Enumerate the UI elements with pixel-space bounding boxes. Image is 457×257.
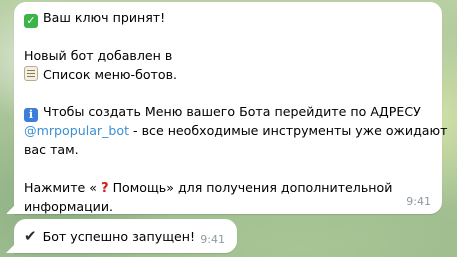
message-timestamp: 9:41: [406, 195, 431, 208]
message-timestamp: 9:41: [200, 233, 225, 246]
message-bubble-bot-started[interactable]: ✔ Бот успешно запущен! 9:41: [14, 219, 237, 253]
instruction-text-continued: - все необходимые инструменты уже ожидаю…: [129, 123, 448, 139]
message-line: Новый бот добавлен в: [24, 47, 173, 63]
message-line: Нажмите « ? Помощь» для получения дополн…: [24, 179, 432, 199]
message-line: i Чтобы создать Меню вашего Бота перейдит…: [24, 103, 432, 123]
information-icon: i: [24, 108, 38, 123]
help-text-end: Помощь» для получения дополнительной: [108, 179, 393, 195]
bot-list-text: Список меню-ботов.: [43, 66, 178, 82]
clipboard-icon: [24, 65, 38, 81]
key-accepted-text: Ваш ключ принят!: [43, 10, 166, 25]
message-line: @mrpopular_bot - все необходимые инструм…: [24, 122, 447, 141]
white-check-mark-icon: ✓: [24, 14, 38, 28]
message-line: ✓ Ваш ключ принят!: [24, 9, 432, 28]
message-line: информации.: [24, 199, 114, 215]
chat-area: ✓ Ваш ключ принят! Новый бот добавлен в С…: [0, 0, 457, 257]
heavy-check-mark-icon: ✔: [24, 227, 37, 245]
help-text-start: Нажмите «: [24, 179, 102, 195]
red-question-mark-icon: ?: [101, 180, 109, 196]
message-text: ✔ Бот успешно запущен!: [24, 227, 195, 247]
message-line: Список меню-ботов.: [24, 65, 432, 85]
message-line: вас там.: [24, 141, 79, 157]
bot-mention-link[interactable]: @mrpopular_bot: [24, 123, 129, 138]
message-text: ✓ Ваш ключ принят! Новый бот добавлен в С…: [24, 9, 447, 217]
bot-started-text: Бот успешно запущен!: [42, 229, 196, 244]
instruction-text: Чтобы создать Меню вашего Бота перейдите…: [43, 104, 421, 120]
message-bubble-key-accepted[interactable]: ✓ Ваш ключ принят! Новый бот добавлен в С…: [14, 2, 447, 217]
